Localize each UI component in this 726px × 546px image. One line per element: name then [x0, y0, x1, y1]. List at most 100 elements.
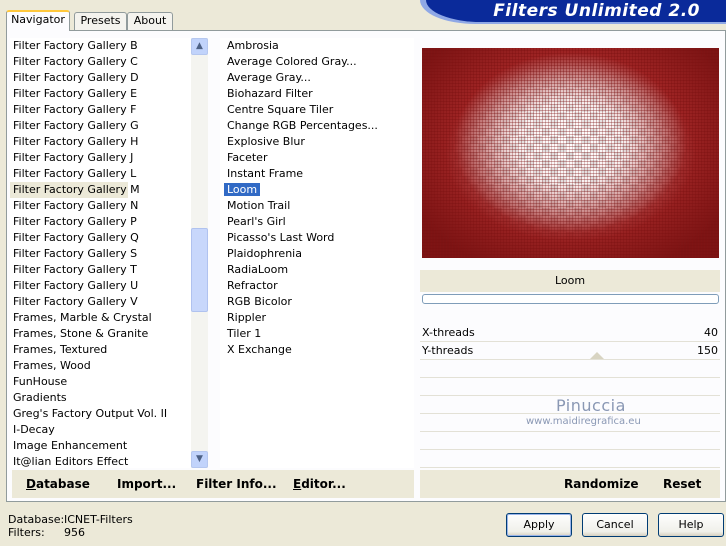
filter-item[interactable]: Change RGB Percentages... — [220, 118, 414, 134]
tab-about[interactable]: About — [127, 12, 173, 30]
category-item[interactable]: Frames, Marble & Crystal — [10, 310, 208, 326]
filter-item[interactable]: Ambrosia — [220, 38, 414, 54]
filter-item[interactable]: Motion Trail — [220, 198, 414, 214]
category-item[interactable]: Frames, Stone & Granite — [10, 326, 208, 342]
progress-bar — [422, 294, 719, 304]
filter-item[interactable]: Explosive Blur — [220, 134, 414, 150]
category-item[interactable]: Filter Factory Gallery D — [10, 70, 208, 86]
filter-item-label: Instant Frame — [227, 167, 304, 180]
filter-item-label: RGB Bicolor — [227, 295, 292, 308]
filter-item[interactable]: Loom — [220, 182, 414, 198]
category-item[interactable]: Filter Factory Gallery U — [10, 278, 208, 294]
watermark-name: Pinuccia — [556, 396, 626, 415]
help-button[interactable]: Help — [658, 513, 724, 537]
scroll-thumb[interactable] — [191, 228, 208, 312]
filter-item[interactable]: X Exchange — [220, 342, 414, 358]
category-item[interactable]: FunHouse — [10, 374, 208, 390]
apply-button[interactable]: Apply — [506, 513, 572, 537]
category-item[interactable]: Filter Factory Gallery F — [10, 102, 208, 118]
filter-item[interactable]: RGB Bicolor — [220, 294, 414, 310]
reset-button[interactable]: Reset — [663, 477, 701, 491]
app-banner: Filters Unlimited 2.0 — [426, 0, 726, 22]
filter-item-label: Centre Square Tiler — [227, 103, 334, 116]
param-label: Y-threads — [422, 344, 474, 357]
category-scrollbar[interactable]: ▲ ▼ — [191, 38, 208, 468]
tab-presets[interactable]: Presets — [74, 12, 127, 30]
category-item[interactable]: I-Decay — [10, 422, 208, 438]
filter-item[interactable]: Average Colored Gray... — [220, 54, 414, 70]
filter-item-label: RadiaLoom — [227, 263, 289, 276]
filter-item[interactable]: Picasso's Last Word — [220, 230, 414, 246]
filter-info-button[interactable]: Filter Info... — [196, 477, 277, 491]
category-item[interactable]: Filter Factory Gallery G — [10, 118, 208, 134]
category-item[interactable]: Filter Factory Gallery L — [10, 166, 208, 182]
filter-item[interactable]: Average Gray... — [220, 70, 414, 86]
filter-item-label: Plaidophrenia — [227, 247, 302, 260]
filter-item-label: Pearl's Girl — [227, 215, 286, 228]
filter-item[interactable]: Faceter — [220, 150, 414, 166]
slider-marker-icon — [590, 352, 604, 359]
category-item[interactable]: Filter Factory Gallery C — [10, 54, 208, 70]
parameter-area: X-threads 40 Y-threads 150 — [420, 306, 720, 468]
param-empty-row — [420, 450, 720, 468]
category-item[interactable]: Filter Factory Gallery P — [10, 214, 208, 230]
filter-item-label: Motion Trail — [227, 199, 291, 212]
category-item[interactable]: Filter Factory Gallery B — [10, 38, 208, 54]
filter-item[interactable]: Rippler — [220, 310, 414, 326]
filter-item-label: Average Colored Gray... — [227, 55, 357, 68]
param-empty-row — [420, 360, 720, 378]
filter-item[interactable]: Instant Frame — [220, 166, 414, 182]
filter-item[interactable]: Plaidophrenia — [220, 246, 414, 262]
param-empty-row — [420, 378, 720, 396]
filter-item[interactable]: Biohazard Filter — [220, 86, 414, 102]
filter-item[interactable]: Pearl's Girl — [220, 214, 414, 230]
filter-item[interactable]: Tiler 1 — [220, 326, 414, 342]
status-filters: Filters: 956 — [8, 526, 85, 539]
right-command-bar: Randomize Reset — [420, 470, 720, 498]
category-item[interactable]: Filter Factory Gallery T — [10, 262, 208, 278]
category-item[interactable]: Filter Factory Gallery Q — [10, 230, 208, 246]
app-title: Filters Unlimited 2.0 — [493, 1, 700, 21]
preview-image — [422, 48, 719, 258]
category-item[interactable]: Filter Factory Gallery V — [10, 294, 208, 310]
param-value: 40 — [704, 326, 718, 339]
filter-item[interactable]: RadiaLoom — [220, 262, 414, 278]
scroll-down-icon[interactable]: ▼ — [191, 451, 208, 468]
category-item[interactable]: Frames, Wood — [10, 358, 208, 374]
param-y-threads[interactable]: Y-threads 150 — [420, 342, 720, 360]
category-item[interactable]: Filter Factory Gallery J — [10, 150, 208, 166]
tab-navigator[interactable]: Navigator — [6, 10, 70, 31]
filter-item-label: Tiler 1 — [227, 327, 262, 340]
editor-button[interactable]: Editor... — [293, 477, 346, 491]
category-item[interactable]: Frames, Textured — [10, 342, 208, 358]
category-item[interactable]: Filter Factory Gallery N — [10, 198, 208, 214]
category-item[interactable]: Filter Factory Gallery M — [10, 182, 140, 198]
import-button[interactable]: Import... — [117, 477, 176, 491]
randomize-button[interactable]: Randomize — [564, 477, 638, 491]
filter-item-label: Explosive Blur — [227, 135, 305, 148]
scroll-up-icon[interactable]: ▲ — [191, 38, 208, 55]
filter-item[interactable]: Refractor — [220, 278, 414, 294]
filter-item-label: X Exchange — [227, 343, 292, 356]
cancel-button[interactable]: Cancel — [582, 513, 648, 537]
category-list[interactable]: Filter Factory Gallery B Filter Factory G… — [10, 38, 208, 468]
category-item[interactable]: Gradients — [10, 390, 208, 406]
category-item[interactable]: It@lian Editors Effect — [10, 454, 208, 468]
param-x-threads[interactable]: X-threads 40 — [420, 324, 720, 342]
filter-list[interactable]: Ambrosia Average Colored Gray... Average G… — [220, 38, 414, 468]
database-button[interactable]: Database — [26, 477, 90, 491]
filter-name-label: Loom — [420, 270, 720, 292]
category-item[interactable]: Filter Factory Gallery S — [10, 246, 208, 262]
left-command-bar: Database Import... Filter Info... Editor… — [12, 470, 414, 498]
watermark-url: www.maidiregrafica.eu — [526, 416, 641, 427]
filter-item-label: Ambrosia — [227, 39, 279, 52]
filter-item-label: Loom — [224, 183, 261, 196]
filter-item-label: Faceter — [227, 151, 268, 164]
category-item[interactable]: Greg's Factory Output Vol. II — [10, 406, 208, 422]
filter-item-label: Refractor — [227, 279, 278, 292]
category-item[interactable]: Filter Factory Gallery H — [10, 134, 208, 150]
filter-item[interactable]: Centre Square Tiler — [220, 102, 414, 118]
category-item[interactable]: Image Enhancement — [10, 438, 208, 454]
status-database: Database:ICNET-Filters — [8, 513, 133, 526]
category-item[interactable]: Filter Factory Gallery E — [10, 86, 208, 102]
